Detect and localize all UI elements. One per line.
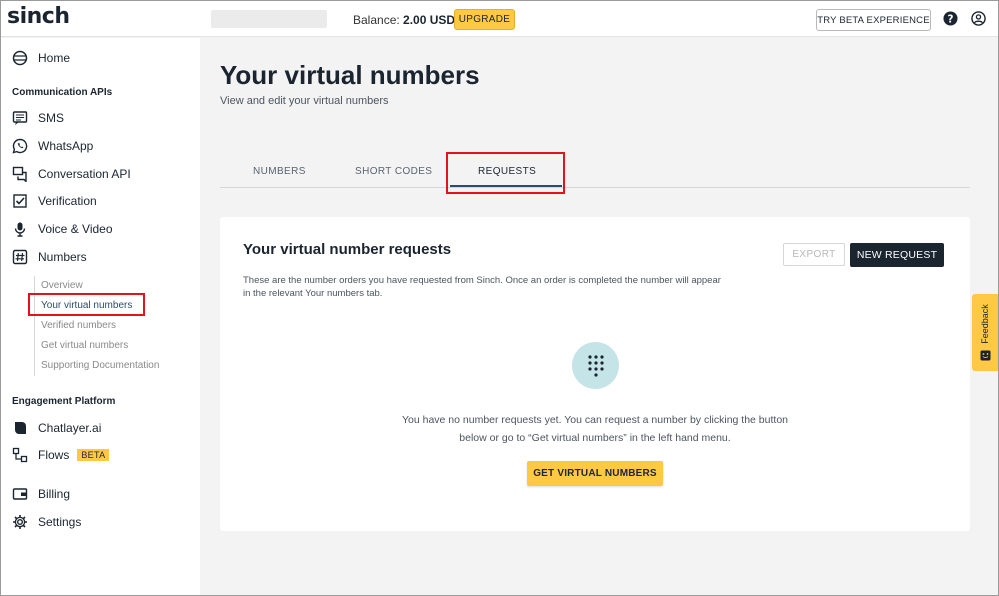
sidebar-item-label: Billing xyxy=(38,487,71,501)
sidebar-item-conversation-api[interactable]: Conversation API xyxy=(12,164,131,184)
requests-card: Your virtual number requests These are t… xyxy=(220,217,970,531)
message-icon xyxy=(12,110,28,126)
sidebar-item-billing[interactable]: Billing xyxy=(12,484,70,504)
home-icon xyxy=(12,50,28,66)
highlight-requests-tab xyxy=(446,152,565,194)
sidebar-item-label: Home xyxy=(38,51,71,65)
sidebar-item-sms[interactable]: SMS xyxy=(12,108,64,128)
user-circle-icon[interactable] xyxy=(971,11,986,26)
sidebar-subitem-get-virtual-numbers[interactable]: Get virtual numbers xyxy=(41,340,128,351)
sidebar-item-label: Verification xyxy=(38,194,97,208)
sidebar-item-label: Settings xyxy=(38,515,82,529)
sidebar-item-label: Numbers xyxy=(38,250,87,264)
sidebar-item-voice-video[interactable]: Voice & Video xyxy=(12,219,113,239)
svg-text:?: ? xyxy=(948,13,954,25)
balance: Balance: 2.00 USD xyxy=(353,13,455,27)
sidebar-item-home[interactable]: Home xyxy=(12,48,70,68)
card-title: Your virtual number requests xyxy=(243,241,452,258)
empty-state-line-1: You have no number requests yet. You can… xyxy=(401,414,789,426)
sidebar-item-label: Flows xyxy=(38,448,70,462)
page-subtitle: View and edit your virtual numbers xyxy=(220,95,389,107)
checkbox-icon xyxy=(12,193,28,209)
sidebar-item-whatsapp[interactable]: WhatsApp xyxy=(12,136,93,156)
page-title: Your virtual numbers xyxy=(220,60,480,90)
empty-state-line-2: below or go to “Get virtual numbers” in … xyxy=(459,432,731,444)
try-beta-button[interactable]: TRY BETA EXPERIENCE xyxy=(816,9,931,31)
export-button[interactable]: EXPORT xyxy=(783,243,845,266)
top-bar: sinch Balance: 2.00 USD UPGRADE TRY BETA… xyxy=(1,1,998,37)
wallet-icon xyxy=(12,486,28,502)
feedback-label: Feedback xyxy=(980,304,990,344)
hash-icon xyxy=(12,249,28,265)
tab-numbers[interactable]: NUMBERS xyxy=(253,166,306,177)
sidebar-subitem-supporting-documentation[interactable]: Supporting Documentation xyxy=(41,360,159,371)
sinch-logo[interactable]: sinch xyxy=(7,4,70,29)
gear-icon xyxy=(12,514,28,530)
sidebar-item-label: WhatsApp xyxy=(38,139,94,153)
flow-icon xyxy=(12,447,28,463)
account-name-redacted xyxy=(211,10,327,28)
beta-badge: BETA xyxy=(77,449,110,461)
feedback-icon xyxy=(980,350,991,361)
balance-value: 2.00 USD xyxy=(403,13,456,27)
submenu-guide-line xyxy=(34,276,35,376)
chatlayer-icon xyxy=(12,420,28,436)
sidebar-item-settings[interactable]: Settings xyxy=(12,512,81,532)
section-title-communication: Communication APIs xyxy=(12,87,113,98)
sidebar-subitem-overview[interactable]: Overview xyxy=(41,280,83,291)
balance-label: Balance: xyxy=(353,13,400,27)
sidebar-item-numbers[interactable]: Numbers xyxy=(12,247,87,267)
feedback-tab[interactable]: Feedback xyxy=(972,294,998,371)
card-description: These are the number orders you have req… xyxy=(243,275,721,299)
sidebar: Home Communication APIs SMS WhatsApp Con… xyxy=(1,38,200,595)
sidebar-item-label: SMS xyxy=(38,111,65,125)
help-circle-icon[interactable]: ? xyxy=(943,11,958,26)
sidebar-subitem-verified-numbers[interactable]: Verified numbers xyxy=(41,320,116,331)
get-virtual-numbers-button[interactable]: GET VIRTUAL NUMBERS xyxy=(527,461,663,486)
whatsapp-icon xyxy=(12,138,28,154)
dialpad-icon xyxy=(572,342,619,389)
upgrade-button[interactable]: UPGRADE xyxy=(454,9,515,30)
sidebar-item-verification[interactable]: Verification xyxy=(12,191,97,211)
tab-short-codes[interactable]: SHORT CODES xyxy=(355,166,432,177)
sidebar-item-label: Voice & Video xyxy=(38,222,113,236)
sidebar-item-label: Conversation API xyxy=(38,167,131,181)
chat-bubbles-icon xyxy=(12,166,28,182)
microphone-icon xyxy=(12,221,28,237)
empty-state-text: You have no number requests yet. You can… xyxy=(380,411,810,447)
new-request-button[interactable]: NEW REQUEST xyxy=(850,243,944,267)
sidebar-item-chatlayer[interactable]: Chatlayer.ai xyxy=(12,418,101,438)
tab-bar: NUMBERS SHORT CODES REQUESTS xyxy=(220,158,970,188)
section-title-engagement: Engagement Platform xyxy=(12,396,116,407)
sidebar-item-label: Chatlayer.ai xyxy=(38,421,102,435)
sidebar-item-flows[interactable]: Flows BETA xyxy=(12,445,110,465)
highlight-your-virtual-numbers xyxy=(28,293,145,316)
